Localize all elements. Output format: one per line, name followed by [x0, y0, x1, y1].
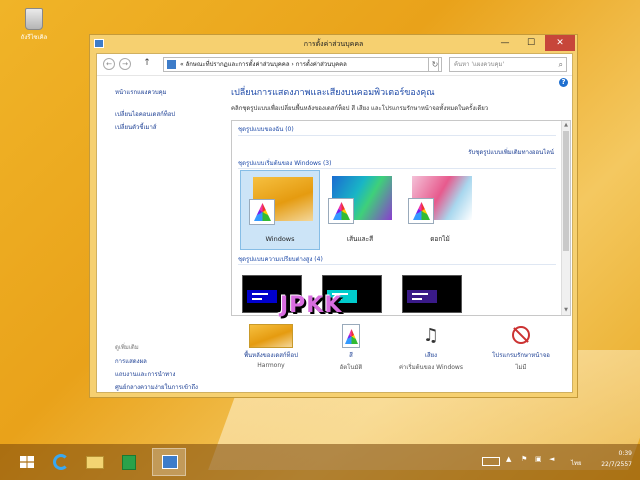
scroll-down-icon[interactable]: ▼ [562, 307, 570, 313]
desktop-background-setting[interactable]: พื้นหลังของเดสก์ท็อป Harmony [231, 324, 311, 369]
title-bar[interactable]: การตั้งค่าส่วนบุคคล — ☐ ✕ [90, 35, 577, 53]
search-input[interactable]: ค้นหา 'แผงควบคุม' ⌕ [449, 57, 567, 72]
taskbar-control-panel[interactable] [152, 448, 186, 476]
section-divider [238, 168, 556, 169]
color-palette-icon [408, 198, 434, 224]
taskbar-store[interactable] [112, 448, 146, 476]
section-divider [238, 135, 556, 136]
internet-explorer-icon [53, 454, 69, 470]
see-also-display[interactable]: การแสดงผล [115, 356, 147, 366]
theme-list-scrollbar[interactable]: ▲ ▼ [561, 121, 570, 315]
recycle-bin-label: ถังรีไซเคิล [20, 34, 48, 41]
forward-button[interactable]: → [119, 58, 131, 70]
store-icon [122, 455, 136, 470]
color-label: สี [349, 352, 353, 359]
theme-list: ชุดรูปแบบของฉัน (0) รับชุดรูปแบบเพิ่มเติ… [231, 120, 571, 316]
see-also-taskbar[interactable]: แถบงานและการนำทาง [115, 369, 175, 379]
sidebar-link-control-panel-home[interactable]: หน้าแรกแผงควบคุม [115, 87, 167, 97]
get-themes-online-link[interactable]: รับชุดรูปแบบเพิ่มเติมทางออนไลน์ [468, 147, 554, 157]
scrollbar-thumb[interactable] [563, 131, 569, 251]
volume-icon[interactable]: ◄ [549, 455, 558, 463]
window-content: ← → ↑ « ลักษณะที่ปรากฏและการตั้งค่าส่วนบ… [96, 53, 573, 393]
theme-name: ดอกไม้ [430, 235, 450, 243]
theme-windows[interactable]: Windows [240, 170, 320, 250]
sounds-value: ค่าเริ่มต้นของ Windows [399, 364, 463, 371]
taskbar-file-explorer[interactable] [78, 448, 112, 476]
screensaver-value: ไม่มี [515, 364, 527, 371]
screensaver-icon [510, 324, 532, 348]
see-also-ease-of-access[interactable]: ศูนย์กลางความง่ายในการเข้าถึง [115, 382, 198, 392]
my-themes-header: ชุดรูปแบบของฉัน (0) [238, 126, 294, 133]
main-panel: เปลี่ยนการแสดงภาพและเสียงบนคอมพิวเตอร์ขอ… [231, 76, 571, 394]
clock-time: 0:39 [618, 450, 632, 457]
color-setting[interactable]: สี อัตโนมัติ [311, 324, 391, 372]
up-button[interactable]: ↑ [141, 58, 153, 70]
start-button[interactable] [10, 448, 44, 476]
control-panel-icon [162, 455, 178, 469]
refresh-button[interactable]: ↻ [428, 57, 442, 72]
scroll-up-icon[interactable]: ▲ [562, 122, 570, 128]
desktop-background-label: พื้นหลังของเดสก์ท็อป [244, 352, 298, 359]
theme-name: Windows [265, 235, 295, 243]
default-themes-header: ชุดรูปแบบเริ่มต้นของ Windows (3) [238, 160, 332, 167]
sounds-label: เสียง [424, 352, 438, 359]
sidebar: หน้าแรกแผงควบคุม เปลี่ยนไอคอนเดสก์ท็อป เ… [97, 76, 227, 394]
system-tray-clock[interactable]: 0:39 22/7/2557 [601, 450, 632, 468]
color-palette-icon [342, 324, 360, 348]
control-panel-icon [167, 60, 176, 69]
taskbar: ▲ ⚑ ▣ ◄ 0:39 22/7/2557 ไทย [0, 444, 640, 480]
search-placeholder: ค้นหา 'แผงควบคุม' [454, 61, 505, 68]
navigation-bar: ← → ↑ « ลักษณะที่ปรากฏและการตั้งค่าส่วนบ… [97, 54, 572, 76]
keyboard-icon[interactable] [482, 457, 500, 466]
screensaver-setting[interactable]: โปรแกรมรักษาหน้าจอ ไม่มี [481, 324, 561, 372]
address-path: « ลักษณะที่ปรากฏและการตั้งค่าส่วนบุคคล ›… [180, 61, 347, 68]
color-palette-icon [249, 199, 275, 225]
personalization-window: การตั้งค่าส่วนบุคคล — ☐ ✕ ← → ↑ « ลักษณะ… [89, 34, 578, 398]
theme-lines-and-colors[interactable]: เส้นและสี [320, 170, 400, 250]
high-contrast-preview [247, 290, 277, 303]
page-title: เปลี่ยนการแสดงภาพและเสียงบนคอมพิวเตอร์ขอ… [231, 88, 435, 98]
recycle-bin-icon [25, 8, 43, 30]
close-button[interactable]: ✕ [545, 35, 575, 51]
back-button[interactable]: ← [103, 58, 115, 70]
network-icon[interactable]: ▣ [535, 455, 544, 463]
minimize-button[interactable]: — [493, 35, 517, 51]
maximize-button[interactable]: ☐ [519, 35, 543, 51]
show-hidden-icons[interactable]: ▲ [506, 455, 515, 463]
theme-high-contrast-3[interactable] [402, 275, 462, 313]
high-contrast-preview [407, 290, 437, 303]
section-divider [238, 264, 556, 265]
input-language-indicator[interactable]: ไทย [571, 458, 582, 468]
wallpaper-icon [249, 324, 293, 348]
music-note-icon: ♫ [422, 325, 440, 346]
theme-flowers[interactable]: ดอกไม้ [400, 170, 480, 250]
windows-logo-icon [20, 456, 34, 468]
watermark-logo: JPKK [280, 293, 343, 318]
address-bar[interactable]: « ลักษณะที่ปรากฏและการตั้งค่าส่วนบุคคล ›… [163, 57, 439, 72]
see-also-label: ดูเพิ่มเติม [115, 344, 139, 351]
theme-settings-bar: พื้นหลังของเดสก์ท็อป Harmony สี อัตโนมัต… [231, 324, 571, 394]
sidebar-link-desktop-icons[interactable]: เปลี่ยนไอคอนเดสก์ท็อป [115, 109, 175, 119]
high-contrast-header: ชุดรูปแบบความเปรียบต่างสูง (4) [238, 256, 323, 263]
clock-date: 22/7/2557 [601, 461, 632, 468]
theme-name: เส้นและสี [346, 235, 374, 243]
folder-icon [86, 456, 104, 469]
color-value: อัตโนมัติ [339, 364, 363, 371]
page-description: คลิกชุดรูปแบบเพื่อเปลี่ยนพื้นหลังของเดสก… [231, 105, 489, 112]
recycle-bin-shortcut[interactable]: ถังรีไซเคิล [14, 8, 54, 42]
action-center-flag-icon[interactable]: ⚑ [521, 455, 530, 463]
taskbar-internet-explorer[interactable] [44, 448, 78, 476]
sidebar-link-mouse-pointers[interactable]: เปลี่ยนตัวชี้เมาส์ [115, 122, 157, 132]
color-palette-icon [328, 198, 354, 224]
search-icon: ⌕ [558, 60, 563, 69]
desktop-background-value: Harmony [257, 362, 285, 369]
screensaver-label: โปรแกรมรักษาหน้าจอ [492, 352, 550, 359]
sounds-setting[interactable]: ♫ เสียง ค่าเริ่มต้นของ Windows [391, 324, 471, 372]
